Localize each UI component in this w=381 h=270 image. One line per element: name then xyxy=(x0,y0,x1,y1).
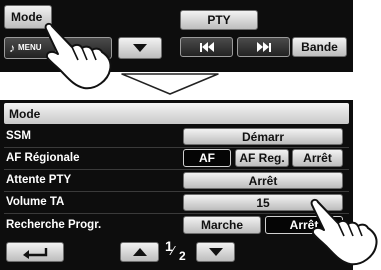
bande-button-label: Bande xyxy=(301,40,338,54)
skip-back-button[interactable] xyxy=(180,37,233,57)
attente-pty-value: Arrêt xyxy=(248,173,278,188)
af-option-label: AF xyxy=(199,151,215,165)
page-slash: ⁄ xyxy=(172,243,175,258)
mode-button-label: Mode xyxy=(11,10,43,24)
recherche-on-button[interactable]: Marche xyxy=(183,216,261,234)
back-button[interactable] xyxy=(6,242,64,262)
pty-button-label: PTY xyxy=(207,13,231,27)
transition-arrow-icon xyxy=(121,73,219,95)
af-off-option-button[interactable]: Arrêt xyxy=(292,149,343,167)
page-up-button[interactable] xyxy=(120,242,159,262)
attente-pty-button[interactable]: Arrêt xyxy=(183,172,343,189)
skip-forward-icon xyxy=(256,42,271,52)
mode-menu-panel: Mode SSM Démarr AF Régionale AF AF Reg. … xyxy=(0,100,353,270)
pointing-hand-icon xyxy=(310,198,378,266)
chevron-up-icon xyxy=(132,248,147,256)
pointing-hand-icon xyxy=(44,22,112,90)
page-total: 2 xyxy=(179,249,186,263)
menu-title: Mode xyxy=(9,107,41,121)
row-label-recherche-progr: Recherche Progr. xyxy=(6,219,102,231)
pty-button[interactable]: PTY xyxy=(180,10,258,30)
row-label-af-regionale: AF Régionale xyxy=(6,152,80,164)
page-down-button[interactable] xyxy=(196,242,235,262)
skip-back-icon xyxy=(199,42,214,52)
row-label-volume-ta: Volume TA xyxy=(6,196,65,208)
af-reg-option-button[interactable]: AF Reg. xyxy=(235,149,289,167)
back-arrow-icon xyxy=(23,248,48,259)
menu-title-bar: Mode xyxy=(4,103,349,124)
chevron-down-icon xyxy=(208,248,223,256)
af-reg-option-label: AF Reg. xyxy=(239,151,285,165)
down-arrow-button[interactable] xyxy=(118,37,162,59)
ssm-start-label: Démarr xyxy=(241,129,285,144)
row-divider xyxy=(4,191,349,192)
row-divider xyxy=(4,213,349,214)
row-label-attente-pty: Attente PTY xyxy=(6,174,72,186)
af-off-option-label: Arrêt xyxy=(303,151,332,165)
af-option-button[interactable]: AF xyxy=(183,149,231,167)
volume-ta-value: 15 xyxy=(256,195,270,210)
row-label-ssm: SSM xyxy=(6,130,31,142)
recherche-on-label: Marche xyxy=(200,218,244,232)
bande-button[interactable]: Bande xyxy=(292,37,347,57)
row-divider xyxy=(4,169,349,170)
ssm-start-button[interactable]: Démarr xyxy=(183,128,343,145)
chevron-down-icon xyxy=(133,44,147,52)
skip-forward-button[interactable] xyxy=(237,37,290,57)
music-note-icon: ♪ xyxy=(9,41,15,55)
row-divider xyxy=(4,147,349,148)
menu-button-label: MENU xyxy=(18,43,42,52)
